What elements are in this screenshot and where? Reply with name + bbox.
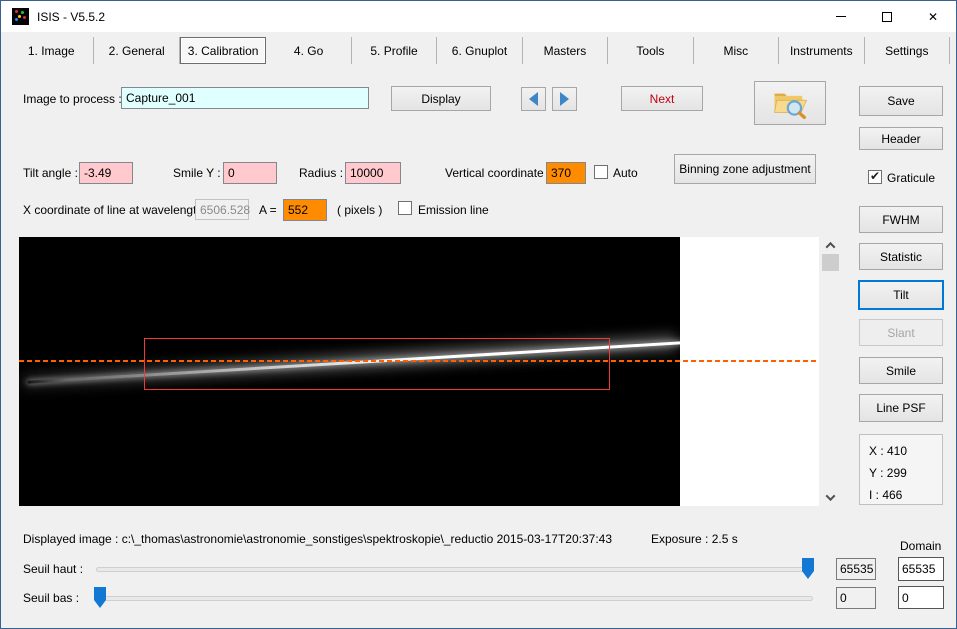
smile-y-input[interactable]: 0 [223,162,277,184]
image-vertical-scrollbar[interactable] [822,237,839,506]
line-psf-button[interactable]: Line PSF [859,394,943,422]
minimize-icon [836,16,846,17]
vertical-coordinate-input[interactable]: 370 [546,162,586,184]
cursor-i-value: I : 466 [869,488,902,502]
radius-input[interactable]: 10000 [345,162,401,184]
low-threshold-slider-thumb[interactable] [94,587,106,608]
minimize-button[interactable] [818,1,864,32]
seuil-bas-label: Seuil bas : [23,591,79,605]
auto-checkbox[interactable] [594,165,608,179]
domain-high-input[interactable]: 65535 [898,557,944,581]
emission-line-label: Emission line [418,203,489,217]
scroll-up-button[interactable] [822,237,839,254]
statistic-button[interactable]: Statistic [859,243,943,270]
fwhm-button[interactable]: FWHM [859,206,943,233]
radius-label: Radius : [299,166,343,180]
next-button[interactable]: Next [621,86,703,111]
tab-go[interactable]: 4. Go [266,37,351,64]
right-arrow-icon [560,92,569,106]
tab-misc[interactable]: Misc [694,37,779,64]
close-icon [928,10,938,24]
vertical-coordinate-marker-line [19,360,819,362]
maximize-icon [882,12,892,22]
seuil-haut-label: Seuil haut : [23,562,83,576]
x-coordinate-wavelength-label: X coordinate of line at wavelength [23,203,203,217]
titlebar: ISIS - V5.5.2 [1,1,956,32]
low-threshold-value: 0 [836,587,876,609]
binning-zone-rectangle [144,338,610,390]
pixels-label: ( pixels ) [337,203,382,217]
tab-general[interactable]: 2. General [94,37,179,64]
domain-low-input[interactable]: 0 [898,586,944,609]
angstrom-equals-label: A = [259,203,277,217]
emission-line-checkbox[interactable] [398,201,412,215]
tab-bar: 1. Image 2. General 3. Calibration 4. Go… [9,37,950,64]
high-threshold-value: 65535 [836,558,876,580]
cursor-y-value: Y : 299 [869,466,907,480]
close-button[interactable] [910,1,956,32]
cursor-readout-box: X : 410 Y : 299 I : 466 [859,434,943,505]
chevron-down-icon [826,491,836,501]
scroll-down-button[interactable] [822,489,839,506]
smile-button[interactable]: Smile [859,357,943,384]
auto-label: Auto [613,166,638,180]
cursor-x-value: X : 410 [869,444,907,458]
image-to-process-input[interactable]: Capture_001 [121,87,369,109]
image-to-process-label: Image to process : [23,92,122,106]
header-button[interactable]: Header [859,127,943,150]
tilt-angle-label: Tilt angle : [23,166,78,180]
tab-calibration[interactable]: 3. Calibration [180,37,266,64]
low-threshold-slider-track[interactable] [96,596,813,601]
line-x-input[interactable]: 552 [283,199,327,221]
tab-image[interactable]: 1. Image [9,37,94,64]
save-button[interactable]: Save [859,86,943,116]
app-window: ISIS - V5.5.2 1. Image 2. General 3. Cal… [0,0,957,629]
folder-search-icon [771,87,809,119]
binning-zone-adjustment-button[interactable]: Binning zone adjustment [674,154,816,184]
window-title: ISIS - V5.5.2 [37,10,105,24]
vertical-coordinate-label: Vertical coordinate : [445,166,550,180]
scrollbar-thumb[interactable] [822,254,839,271]
graticule-label: Graticule [887,171,935,185]
smile-y-label: Smile Y : [173,166,221,180]
next-image-button[interactable] [552,87,577,111]
high-threshold-slider-thumb[interactable] [802,558,814,579]
exposure-label: Exposure : 2.5 s [651,532,738,546]
image-canvas[interactable] [19,237,819,506]
slant-button[interactable]: Slant [859,319,943,346]
high-threshold-slider-track[interactable] [96,567,813,572]
displayed-image-path: Displayed image : c:\_thomas\astronomie\… [23,532,612,546]
app-icon [12,8,29,25]
tab-masters[interactable]: Masters [523,37,608,64]
domain-label: Domain [900,539,941,553]
spectrum-image [19,237,680,506]
graticule-checkbox[interactable] [868,170,882,184]
chevron-up-icon [826,242,836,252]
display-button[interactable]: Display [391,86,491,111]
tab-tools[interactable]: Tools [608,37,693,64]
maximize-button[interactable] [864,1,910,32]
tab-gnuplot[interactable]: 6. Gnuplot [437,37,522,64]
tilt-angle-input[interactable]: -3.49 [79,162,133,184]
tab-instruments[interactable]: Instruments [779,37,864,64]
browse-files-button[interactable] [754,81,826,125]
tab-profile[interactable]: 5. Profile [352,37,437,64]
tilt-button[interactable]: Tilt [858,280,944,310]
previous-image-button[interactable] [521,87,546,111]
left-arrow-icon [529,92,538,106]
wavelength-input[interactable]: 6506.528 [195,199,249,220]
tab-settings[interactable]: Settings [865,37,950,64]
